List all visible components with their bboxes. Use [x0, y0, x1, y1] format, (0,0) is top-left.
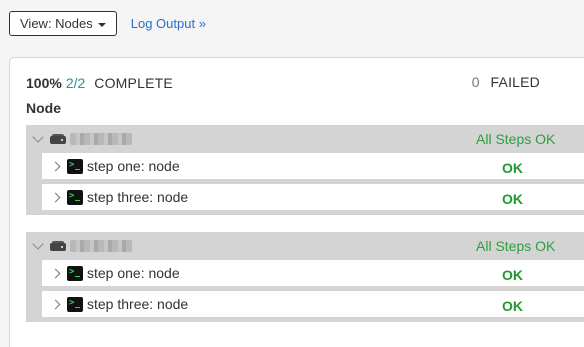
node-group: All Steps OK > step one: node OK > step … [26, 232, 584, 322]
node-name-redacted [70, 240, 132, 252]
step-row[interactable]: > step three: node OK [42, 184, 584, 215]
step-row[interactable]: > step one: node OK [42, 260, 584, 291]
terminal-icon: > [67, 296, 83, 312]
server-icon [50, 241, 66, 251]
terminal-icon: > [67, 189, 83, 205]
step-status: OK [502, 191, 523, 207]
complete-label: COMPLETE [94, 75, 173, 91]
execution-panel: 100% 2/2 COMPLETE 0 FAILED Node All Step… [9, 57, 584, 347]
failed-count: 0 [471, 74, 480, 90]
terminal-icon: > [67, 265, 83, 281]
server-icon [50, 134, 66, 144]
chevron-right-icon[interactable] [50, 299, 61, 309]
terminal-icon: > [67, 158, 83, 174]
node-header[interactable]: All Steps OK [26, 125, 584, 153]
progress-percent: 100% [26, 75, 62, 91]
failed-label: FAILED [490, 74, 540, 90]
step-label: step one: node [87, 158, 180, 174]
failed-summary: 0 FAILED [472, 74, 540, 90]
execution-summary: 100% 2/2 COMPLETE 0 FAILED [26, 74, 546, 92]
node-group: All Steps OK > step one: node OK > step … [26, 125, 584, 215]
chevron-right-icon[interactable] [50, 268, 61, 278]
chevron-right-icon[interactable] [50, 161, 61, 171]
chevron-right-icon[interactable] [50, 192, 61, 202]
chevron-down-icon[interactable] [32, 238, 44, 250]
node-header[interactable]: All Steps OK [26, 232, 584, 260]
step-status: OK [502, 267, 523, 283]
progress-count: 2/2 [65, 75, 86, 91]
log-output-link[interactable]: Log Output » [131, 16, 206, 31]
node-status: All Steps OK [476, 238, 556, 254]
section-title: Node [26, 100, 61, 116]
caret-down-icon [97, 22, 106, 27]
step-status: OK [502, 298, 523, 314]
step-status: OK [502, 160, 523, 176]
view-dropdown-label: View: Nodes [20, 16, 93, 31]
step-label: step one: node [87, 265, 180, 281]
node-status: All Steps OK [476, 131, 556, 147]
view-dropdown-button[interactable]: View: Nodes [9, 11, 117, 36]
step-row[interactable]: > step three: node OK [42, 291, 584, 322]
toolbar: View: Nodes Log Output » [9, 11, 206, 36]
step-label: step three: node [87, 189, 189, 205]
node-name-redacted [70, 133, 132, 145]
chevron-down-icon[interactable] [32, 131, 44, 143]
step-label: step three: node [87, 296, 189, 312]
step-row[interactable]: > step one: node OK [42, 153, 584, 184]
